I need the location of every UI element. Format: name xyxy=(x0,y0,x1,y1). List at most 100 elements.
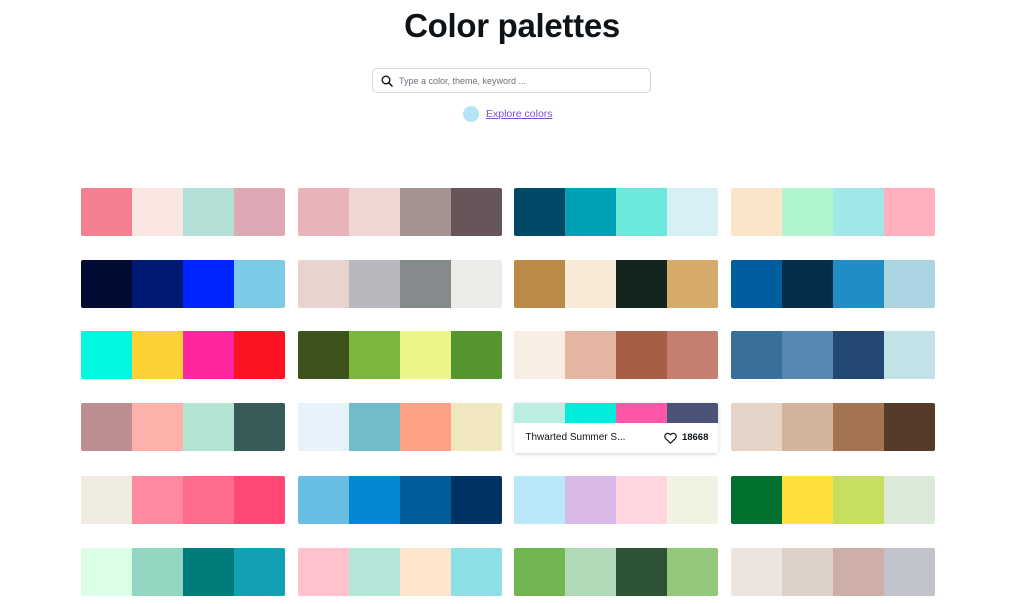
color-swatch[interactable] xyxy=(565,188,617,236)
color-swatch[interactable] xyxy=(132,476,183,524)
color-swatch[interactable] xyxy=(81,188,132,236)
color-swatch[interactable] xyxy=(667,259,719,308)
color-swatch[interactable] xyxy=(667,188,719,236)
color-swatch[interactable] xyxy=(565,476,617,524)
color-swatch[interactable] xyxy=(616,547,668,596)
color-swatch[interactable] xyxy=(297,476,349,524)
color-swatch[interactable] xyxy=(667,476,719,524)
palette-card[interactable] xyxy=(514,331,719,379)
color-swatch[interactable] xyxy=(234,331,285,379)
color-swatch[interactable] xyxy=(297,331,349,379)
palette-card[interactable] xyxy=(81,331,285,379)
color-swatch[interactable] xyxy=(297,402,349,451)
color-swatch[interactable] xyxy=(450,188,502,236)
palette-card[interactable] xyxy=(514,259,719,308)
color-swatch[interactable] xyxy=(782,547,834,596)
color-swatch[interactable] xyxy=(514,476,566,524)
color-swatch[interactable] xyxy=(833,402,885,451)
palette-card[interactable] xyxy=(731,259,936,308)
palette-card[interactable]: Thwarted Summer S... 18668 xyxy=(514,402,719,453)
palette-card[interactable] xyxy=(731,331,936,379)
color-swatch[interactable] xyxy=(81,547,132,596)
color-swatch[interactable] xyxy=(884,259,936,308)
explore-colors-link[interactable]: Explore colors xyxy=(486,108,553,120)
color-swatch[interactable] xyxy=(399,331,451,379)
color-swatch[interactable] xyxy=(731,259,783,308)
color-swatch[interactable] xyxy=(782,188,834,236)
color-swatch[interactable] xyxy=(616,402,668,423)
palette-card[interactable] xyxy=(81,188,285,236)
color-swatch[interactable] xyxy=(132,331,183,379)
color-swatch[interactable] xyxy=(348,547,400,596)
palette-card[interactable] xyxy=(297,476,502,524)
palette-card[interactable] xyxy=(514,547,719,596)
color-swatch[interactable] xyxy=(297,188,349,236)
search-input[interactable] xyxy=(399,75,639,86)
color-swatch[interactable] xyxy=(667,547,719,596)
color-swatch[interactable] xyxy=(514,259,566,308)
color-swatch[interactable] xyxy=(183,547,234,596)
color-swatch[interactable] xyxy=(348,259,400,308)
color-swatch[interactable] xyxy=(616,476,668,524)
color-swatch[interactable] xyxy=(514,331,566,379)
palette-card[interactable] xyxy=(514,188,719,236)
color-swatch[interactable] xyxy=(348,188,400,236)
color-swatch[interactable] xyxy=(884,476,936,524)
color-swatch[interactable] xyxy=(348,331,400,379)
color-swatch[interactable] xyxy=(782,402,834,451)
color-swatch[interactable] xyxy=(731,331,783,379)
color-swatch[interactable] xyxy=(450,259,502,308)
color-swatch[interactable] xyxy=(731,188,783,236)
color-swatch[interactable] xyxy=(234,547,285,596)
palette-card[interactable] xyxy=(731,402,936,451)
color-swatch[interactable] xyxy=(782,259,834,308)
color-swatch[interactable] xyxy=(450,402,502,451)
palette-card[interactable] xyxy=(731,476,936,524)
color-swatch[interactable] xyxy=(132,188,183,236)
explore-colors[interactable]: Explore colors xyxy=(463,106,553,122)
color-swatch[interactable] xyxy=(450,331,502,379)
color-swatch[interactable] xyxy=(81,331,132,379)
color-swatch[interactable] xyxy=(399,259,451,308)
color-swatch[interactable] xyxy=(884,547,936,596)
color-swatch[interactable] xyxy=(616,188,668,236)
color-swatch[interactable] xyxy=(782,476,834,524)
color-swatch[interactable] xyxy=(81,259,132,308)
color-swatch[interactable] xyxy=(234,259,285,308)
color-swatch[interactable] xyxy=(565,331,617,379)
color-swatch[interactable] xyxy=(348,476,400,524)
color-swatch[interactable] xyxy=(616,259,668,308)
color-swatch[interactable] xyxy=(234,188,285,236)
palette-card[interactable] xyxy=(297,547,502,596)
color-swatch[interactable] xyxy=(297,259,349,308)
color-swatch[interactable] xyxy=(884,331,936,379)
color-swatch[interactable] xyxy=(667,331,719,379)
palette-card[interactable] xyxy=(297,402,502,451)
color-swatch[interactable] xyxy=(731,547,783,596)
palette-card[interactable] xyxy=(81,259,285,308)
color-swatch[interactable] xyxy=(132,402,183,451)
color-swatch[interactable] xyxy=(399,402,451,451)
palette-card[interactable] xyxy=(297,331,502,379)
color-swatch[interactable] xyxy=(782,331,834,379)
color-swatch[interactable] xyxy=(234,476,285,524)
color-swatch[interactable] xyxy=(183,188,234,236)
color-swatch[interactable] xyxy=(884,188,936,236)
color-swatch[interactable] xyxy=(399,188,451,236)
color-swatch[interactable] xyxy=(183,476,234,524)
palette-card[interactable] xyxy=(81,547,285,596)
color-swatch[interactable] xyxy=(514,547,566,596)
color-swatch[interactable] xyxy=(132,547,183,596)
color-swatch[interactable] xyxy=(667,402,719,423)
color-swatch[interactable] xyxy=(234,402,285,451)
color-swatch[interactable] xyxy=(81,402,132,451)
palette-card[interactable] xyxy=(731,547,936,596)
heart-icon[interactable] xyxy=(664,432,677,444)
color-swatch[interactable] xyxy=(833,547,885,596)
palette-card[interactable] xyxy=(297,188,502,236)
color-swatch[interactable] xyxy=(450,547,502,596)
color-swatch[interactable] xyxy=(884,402,936,451)
color-swatch[interactable] xyxy=(183,259,234,308)
color-swatch[interactable] xyxy=(450,476,502,524)
color-swatch[interactable] xyxy=(348,402,400,451)
